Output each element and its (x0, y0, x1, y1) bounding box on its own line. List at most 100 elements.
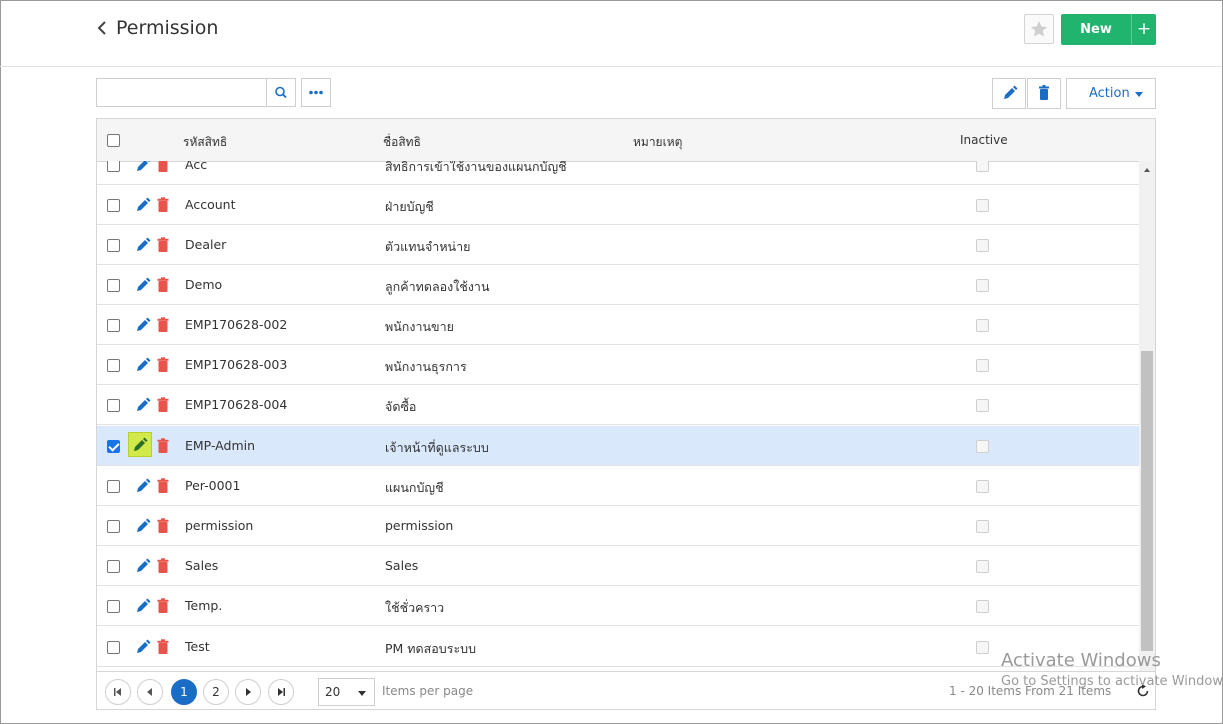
edit-pencil-icon[interactable] (135, 598, 151, 614)
table-row[interactable]: Per-0001 แผนกบัญชี (97, 466, 1139, 506)
cell-code: permission (185, 518, 254, 533)
delete-trash-icon[interactable] (156, 397, 170, 413)
table-row[interactable]: Temp. ใช้ชั่วคราว (97, 586, 1139, 626)
column-header-code[interactable]: รหัสสิทธิ (183, 133, 227, 152)
inactive-checkbox (976, 359, 989, 372)
row-select-checkbox[interactable] (107, 440, 120, 453)
permission-grid: รหัสสิทธิ ชื่อสิทธิ หมายเหตุ Inactive Ac… (96, 118, 1156, 710)
new-plus-button[interactable]: + (1131, 14, 1156, 45)
table-row[interactable]: Test PM ทดสอบระบบ (97, 627, 1139, 667)
table-row[interactable]: Demo ลูกค้าทดลองใช้งาน (97, 265, 1139, 305)
pencil-icon (1004, 85, 1018, 99)
page-size-select[interactable]: 20 (318, 678, 375, 706)
cell-name: ตัวแทนจำหน่าย (385, 239, 471, 254)
page-button-2[interactable]: 2 (203, 679, 229, 705)
inactive-checkbox (976, 560, 989, 573)
inactive-checkbox (976, 199, 989, 212)
delete-trash-icon[interactable] (156, 161, 170, 173)
row-select-checkbox[interactable] (107, 279, 120, 292)
edit-pencil-icon[interactable] (128, 432, 152, 457)
row-select-checkbox[interactable] (107, 399, 120, 412)
table-row[interactable]: Sales Sales (97, 546, 1139, 586)
back-chevron-icon[interactable] (92, 18, 112, 42)
cell-code: Sales (185, 558, 219, 573)
favorite-button[interactable] (1024, 14, 1054, 44)
row-select-checkbox[interactable] (107, 560, 120, 573)
first-page-button[interactable] (105, 679, 131, 705)
table-row[interactable]: EMP170628-003 พนักงานธุรการ (97, 345, 1139, 385)
row-select-checkbox[interactable] (107, 239, 120, 252)
delete-trash-icon[interactable] (156, 237, 170, 253)
cell-code: Temp. (185, 598, 223, 613)
delete-trash-icon[interactable] (156, 639, 170, 655)
cell-code: Per-0001 (185, 478, 241, 493)
table-row[interactable]: Acc สิทธิการเข้าใช้งานของแผนกบัญชี (97, 161, 1139, 185)
cell-code: Dealer (185, 237, 227, 252)
cell-name: PM ทดสอบระบบ (385, 641, 477, 656)
column-header-inactive[interactable]: Inactive (960, 133, 1008, 147)
select-all-checkbox[interactable] (107, 134, 120, 147)
inactive-checkbox (976, 319, 989, 332)
delete-trash-icon[interactable] (156, 277, 170, 293)
edit-pencil-icon[interactable] (135, 478, 151, 494)
table-row[interactable]: EMP170628-004 จัดซื้อ (97, 385, 1139, 425)
inactive-checkbox (976, 480, 989, 493)
search-input[interactable] (96, 78, 267, 107)
edit-pencil-icon[interactable] (135, 558, 151, 574)
delete-trash-icon[interactable] (156, 357, 170, 373)
edit-pencil-icon[interactable] (135, 277, 151, 293)
edit-pencil-icon[interactable] (135, 197, 151, 213)
edit-pencil-icon[interactable] (135, 639, 151, 655)
prev-page-button[interactable] (137, 679, 163, 705)
page-button-1[interactable]: 1 (171, 679, 197, 705)
table-row[interactable]: EMP170628-002 พนักงานขาย (97, 305, 1139, 345)
delete-trash-icon[interactable] (156, 558, 170, 574)
grid-header: รหัสสิทธิ ชื่อสิทธิ หมายเหตุ Inactive (97, 119, 1155, 162)
scroll-up-icon (1144, 168, 1150, 172)
star-icon (1031, 21, 1047, 37)
activate-windows-subtitle: Go to Settings to activate Windows. (1001, 674, 1223, 689)
delete-trash-icon[interactable] (156, 518, 170, 534)
page-title: Permission (116, 17, 219, 39)
table-row[interactable]: Dealer ตัวแทนจำหน่าย (97, 225, 1139, 265)
cell-name: พนักงานขาย (385, 319, 454, 334)
search-button[interactable] (266, 78, 296, 107)
table-row[interactable]: permission permission (97, 506, 1139, 546)
row-select-checkbox[interactable] (107, 319, 120, 332)
row-select-checkbox[interactable] (107, 641, 120, 654)
inactive-checkbox (976, 161, 989, 172)
row-select-checkbox[interactable] (107, 161, 120, 172)
last-page-button[interactable] (268, 679, 294, 705)
edit-pencil-icon[interactable] (135, 317, 151, 333)
new-button[interactable]: New (1061, 14, 1131, 45)
more-options-button[interactable] (301, 78, 331, 107)
edit-pencil-icon[interactable] (135, 397, 151, 413)
delete-trash-icon[interactable] (156, 317, 170, 333)
table-row[interactable]: EMP-Admin เจ้าหน้าที่ดูแลระบบ (97, 426, 1139, 466)
cell-name: สิทธิการเข้าใช้งานของแผนกบัญชี (385, 161, 567, 174)
delete-trash-icon[interactable] (156, 197, 170, 213)
row-select-checkbox[interactable] (107, 520, 120, 533)
column-header-note[interactable]: หมายเหตุ (633, 133, 682, 152)
next-page-button[interactable] (235, 679, 261, 705)
delete-trash-icon[interactable] (156, 478, 170, 494)
action-dropdown[interactable]: Action (1066, 78, 1156, 109)
row-select-checkbox[interactable] (107, 359, 120, 372)
scrollbar-thumb[interactable] (1141, 351, 1153, 651)
toolbar-edit-button[interactable] (992, 78, 1026, 109)
edit-pencil-icon[interactable] (135, 518, 151, 534)
edit-pencil-icon[interactable] (135, 237, 151, 253)
row-select-checkbox[interactable] (107, 199, 120, 212)
column-header-name[interactable]: ชื่อสิทธิ (383, 133, 421, 152)
edit-pencil-icon[interactable] (135, 161, 151, 173)
row-select-checkbox[interactable] (107, 600, 120, 613)
table-row[interactable]: Account ฝ่ายบัญชี (97, 185, 1139, 225)
toolbar-delete-button[interactable] (1027, 78, 1061, 109)
row-select-checkbox[interactable] (107, 480, 120, 493)
delete-trash-icon[interactable] (156, 598, 170, 614)
cell-name: ฝ่ายบัญชี (385, 199, 434, 214)
activate-windows-title: Activate Windows (1001, 650, 1161, 671)
edit-pencil-icon[interactable] (135, 357, 151, 373)
vertical-scrollbar[interactable] (1139, 161, 1155, 671)
delete-trash-icon[interactable] (156, 438, 170, 454)
